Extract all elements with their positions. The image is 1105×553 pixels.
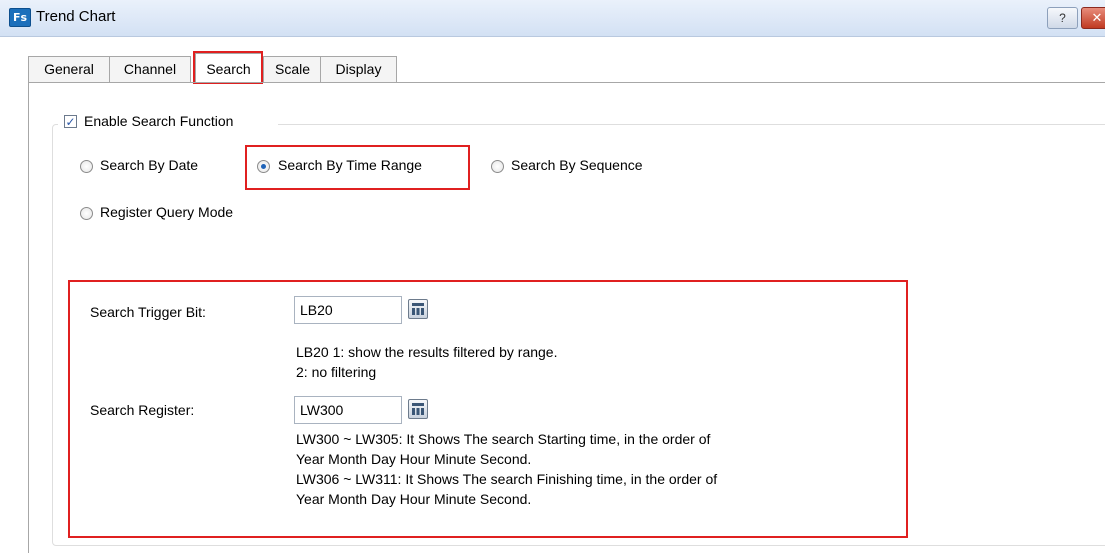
close-button[interactable]: ✕ [1081, 7, 1105, 29]
register-description-line1: LW300 ~ LW305: It Shows The search Start… [296, 431, 711, 447]
search-trigger-bit-input[interactable]: LB20 [294, 296, 402, 324]
register-query-mode-label: Register Query Mode [100, 204, 234, 220]
enable-search-checkbox[interactable]: ✓ [64, 115, 77, 128]
help-button[interactable]: ? [1047, 7, 1078, 29]
calculator-icon[interactable] [408, 299, 428, 319]
calculator-icon[interactable] [408, 399, 428, 419]
search-by-sequence-label: Search By Sequence [511, 157, 643, 173]
radio-register-query-mode[interactable] [80, 207, 93, 220]
search-register-input[interactable]: LW300 [294, 396, 402, 424]
time-range-highlight [245, 145, 470, 190]
register-description-line3: LW306 ~ LW311: It Shows The search Finis… [296, 471, 718, 487]
search-register-label: Search Register: [90, 402, 195, 418]
register-description-line2: Year Month Day Hour Minute Second. [296, 451, 532, 467]
window-title: Trend Chart [36, 8, 116, 25]
trigger-bit-description-line2: 2: no filtering [296, 364, 377, 380]
trigger-bit-description-line1: LB20 1: show the results filtered by ran… [296, 344, 558, 360]
tab-scale[interactable]: Scale [263, 56, 322, 82]
register-description-line4: Year Month Day Hour Minute Second. [296, 491, 532, 507]
radio-search-by-sequence[interactable] [491, 160, 504, 173]
tab-channel[interactable]: Channel [109, 56, 191, 82]
search-trigger-bit-label: Search Trigger Bit: [90, 304, 206, 320]
tab-general[interactable]: General [28, 56, 110, 82]
radio-search-by-date[interactable] [80, 160, 93, 173]
tab-display[interactable]: Display [320, 56, 397, 82]
tab-search-highlight [193, 51, 263, 84]
app-icon: Fs [9, 8, 31, 27]
title-bar: Fs Trend Chart ? ✕ [0, 0, 1105, 37]
search-by-date-label: Search By Date [100, 157, 199, 173]
enable-search-label: Enable Search Function [84, 113, 234, 129]
